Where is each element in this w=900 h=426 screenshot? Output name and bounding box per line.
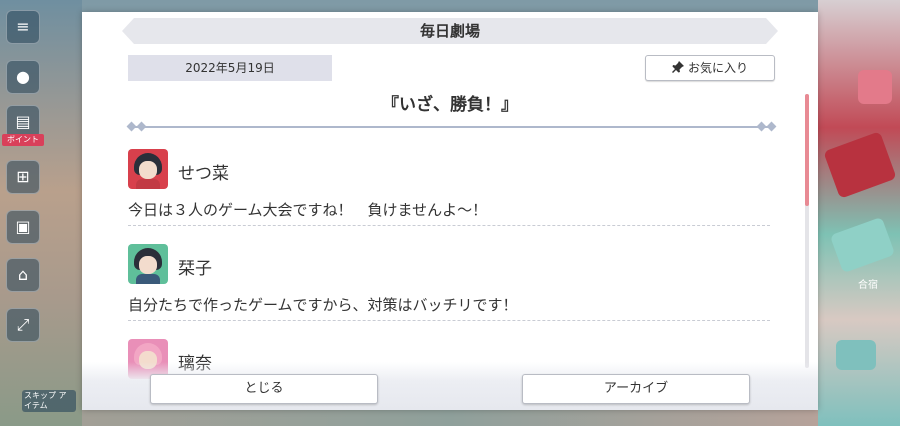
- ornament-diamond-right: [766, 121, 777, 132]
- background-bottom: [82, 410, 818, 426]
- monitor-icon: ▣: [15, 217, 31, 236]
- point-tag: ボイント: [2, 134, 44, 146]
- skip-item-label: スキップ アイテム: [22, 390, 76, 412]
- right-deco-bottom: [836, 340, 876, 370]
- close-button[interactable]: とじる: [150, 374, 378, 404]
- ornament-diamond-left: [126, 121, 137, 132]
- home-button[interactable]: ⌂: [6, 258, 40, 292]
- chat-icon: ●: [16, 67, 30, 86]
- archive-button[interactable]: アーカイブ: [522, 374, 750, 404]
- avatar-setsuna: [128, 149, 168, 189]
- chat-button[interactable]: ●: [6, 60, 40, 94]
- daily-theater-dialog: 毎日劇場 2022年5月19日 お気に入り 『いざ、勝負！』 せつ菜 今日は３人…: [82, 12, 818, 410]
- entry-divider: [128, 320, 770, 321]
- entry-divider: [128, 225, 770, 226]
- dialog-title: 毎日劇場: [419, 22, 480, 40]
- title-banner: 毎日劇場: [122, 18, 778, 44]
- title-ornament: [128, 126, 774, 128]
- scrollbar-thumb[interactable]: [805, 94, 809, 206]
- dialogue-line: 自分たちで作ったゲームですから、対策はバッチリです！: [128, 296, 518, 314]
- avatar-shioriko: [128, 244, 168, 284]
- expand-icon: ⤢: [16, 315, 30, 334]
- house-icon: ⌂: [17, 265, 29, 284]
- screen-button[interactable]: ▣: [6, 210, 40, 244]
- present-button[interactable]: ⊞: [6, 160, 40, 194]
- speaker-name: 栞子: [178, 259, 212, 279]
- pin-icon: [671, 56, 684, 80]
- ornament-diamond-right-2: [756, 121, 767, 132]
- speaker-name: せつ菜: [178, 164, 229, 184]
- right-panel-text: 合宿: [858, 280, 878, 291]
- episode-title: 『いざ、勝負！』: [382, 95, 518, 115]
- fullscreen-button[interactable]: ⤢: [6, 308, 40, 342]
- date-label: 2022年5月19日: [128, 55, 332, 81]
- favorite-button[interactable]: お気に入り: [645, 55, 775, 81]
- right-deco-top: [858, 70, 892, 104]
- dialogue-line: 今日は３人のゲーム大会ですね！ 負けませんよ～！: [128, 201, 488, 219]
- favorite-button-label: お気に入り: [687, 61, 748, 75]
- menu-button[interactable]: ≡: [6, 10, 40, 44]
- ornament-diamond-left-2: [136, 121, 147, 132]
- gift-icon: ⊞: [16, 167, 30, 186]
- hamburger-icon: ≡: [16, 17, 30, 36]
